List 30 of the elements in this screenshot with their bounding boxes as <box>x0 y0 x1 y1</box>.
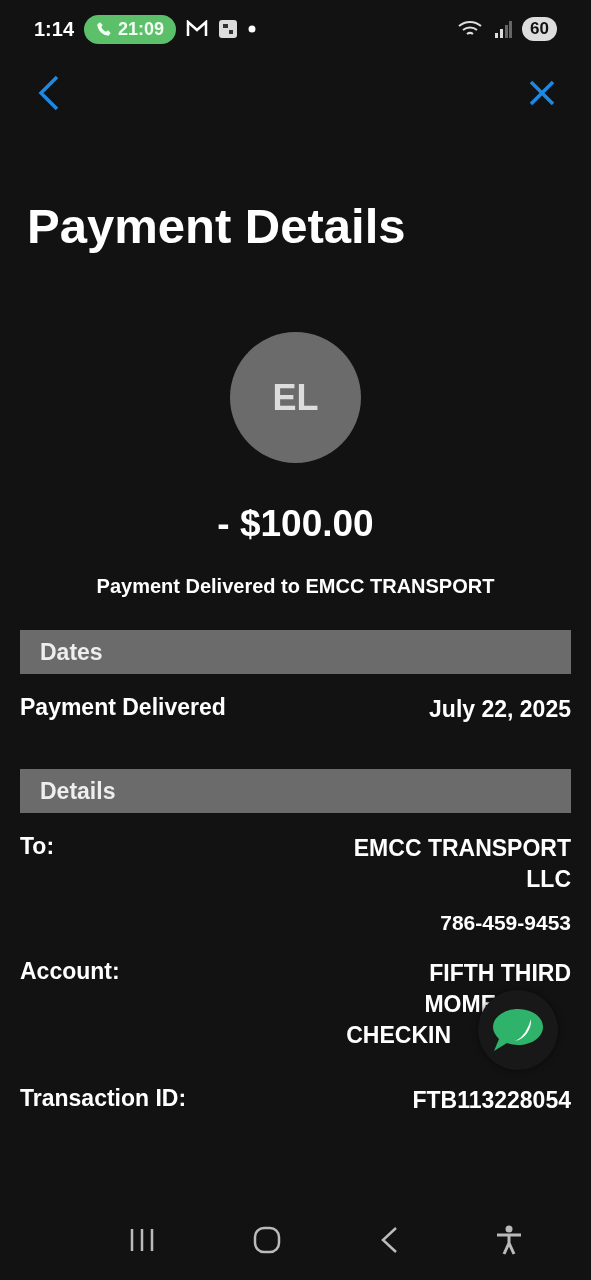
home-button[interactable] <box>253 1226 282 1254</box>
back-nav-button[interactable] <box>379 1226 398 1254</box>
detail-label: Payment Delivered <box>20 694 226 722</box>
detail-value: EMCC TRANSPORT LLC <box>352 834 571 894</box>
accessibility-button[interactable] <box>495 1225 522 1255</box>
section-heading: Details <box>20 769 571 813</box>
close-button[interactable] <box>529 80 555 106</box>
initials-avatar: EL <box>230 332 361 463</box>
detail-label: Transaction ID: <box>20 1085 187 1113</box>
payment-amount: - $100.00 <box>216 503 375 545</box>
detail-value: FTB113228054 <box>412 1086 571 1115</box>
page-title: Payment Details <box>27 198 407 254</box>
dot-icon <box>248 25 257 33</box>
app-icon <box>218 19 239 39</box>
recent-apps-button[interactable] <box>129 1227 156 1253</box>
detail-value: July 22, 2025 <box>429 695 571 724</box>
back-button[interactable] <box>38 75 60 111</box>
detail-value: FIFTH THIRD <box>429 959 571 988</box>
battery-level: 60 <box>522 17 557 41</box>
call-timer[interactable]: 21:09 <box>84 14 177 44</box>
mail-icon <box>186 20 209 38</box>
payment-summary: Payment Delivered to EMCC TRANSPORT <box>95 575 496 598</box>
detail-value: 786-459-9453 <box>440 910 571 936</box>
detail-value: CHECKIN <box>346 1021 451 1050</box>
detail-label: Account: <box>20 958 120 986</box>
signal-icon <box>494 20 513 38</box>
detail-label: To: <box>20 833 55 861</box>
phone-icon <box>96 21 113 37</box>
section-heading: Dates <box>20 630 571 674</box>
status-time: 1:14 <box>34 17 75 41</box>
